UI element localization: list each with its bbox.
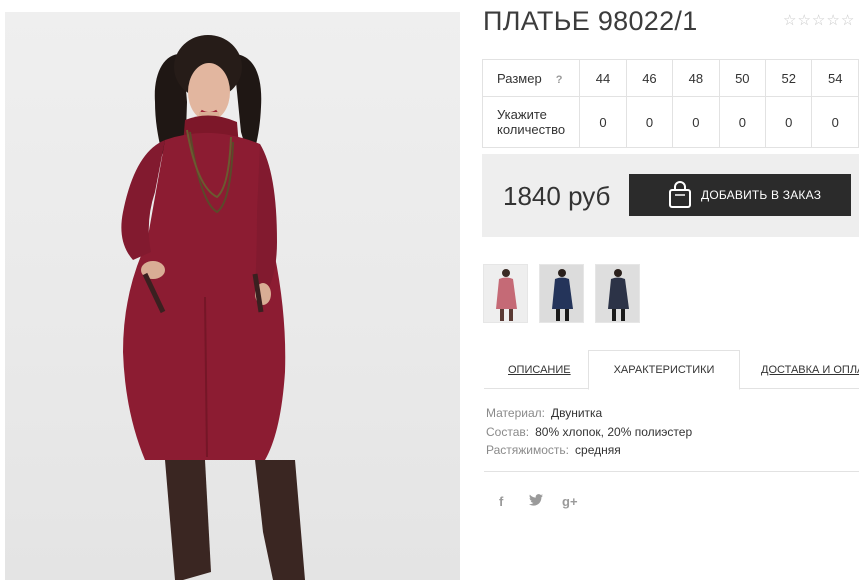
size-cell: 52 [765,59,813,97]
tab-description[interactable]: ОПИСАНИЕ [508,364,571,376]
size-table: Размер? 44 46 48 50 52 54 Укажите количе… [481,59,859,148]
quantity-input[interactable]: 0 [672,96,720,148]
content-divider [484,471,859,472]
star-icon[interactable]: ☆ [812,13,825,28]
help-icon[interactable]: ? [556,74,563,86]
size-cell: 54 [811,59,859,97]
size-cell: 50 [718,59,767,97]
size-cell: 48 [672,59,720,97]
spec-stretch: Растяжимость: средняя [486,443,621,457]
spec-material: Материал: Двунитка [486,406,603,420]
spec-composition: Состав: 80% хлопок, 20% полиэстер [486,425,693,439]
google-plus-icon[interactable]: g+ [562,494,578,509]
shopping-bag-icon [669,181,691,208]
product-photo[interactable] [5,12,460,580]
price-box: 1840 руб ДОБАВИТЬ В ЗАКАЗ [482,154,859,237]
size-cell: 44 [579,59,627,97]
quantity-input[interactable]: 0 [718,96,767,148]
star-icon[interactable]: ☆ [841,13,854,28]
quantity-row-label: Укажите количество [481,96,581,148]
facebook-icon[interactable]: f [499,494,503,509]
size-cell: 46 [625,59,674,97]
tab-characteristics[interactable]: ХАРАКТЕРИСТИКИ [588,350,740,390]
twitter-icon[interactable] [529,494,543,509]
rating-stars[interactable]: ☆ ☆ ☆ ☆ ☆ [783,13,854,28]
star-icon[interactable]: ☆ [783,13,796,28]
size-row-label: Размер? [481,59,581,97]
quantity-input[interactable]: 0 [625,96,674,148]
product-title: ПЛАТЬЕ 98022/1 [483,6,698,36]
tab-delivery[interactable]: ДОСТАВКА И ОПЛА [761,364,859,376]
quantity-input[interactable]: 0 [811,96,859,148]
add-to-order-button[interactable]: ДОБАВИТЬ В ЗАКАЗ [629,174,851,216]
thumbnail-burgundy[interactable] [483,264,528,323]
quantity-input[interactable]: 0 [579,96,627,148]
star-icon[interactable]: ☆ [797,13,810,28]
quantity-input[interactable]: 0 [765,96,813,148]
thumbnail-navy[interactable] [539,264,584,323]
price: 1840 руб [503,181,611,211]
star-icon[interactable]: ☆ [826,13,839,28]
thumbnail-dark-blue[interactable] [595,264,640,323]
add-to-order-label: ДОБАВИТЬ В ЗАКАЗ [701,188,822,202]
